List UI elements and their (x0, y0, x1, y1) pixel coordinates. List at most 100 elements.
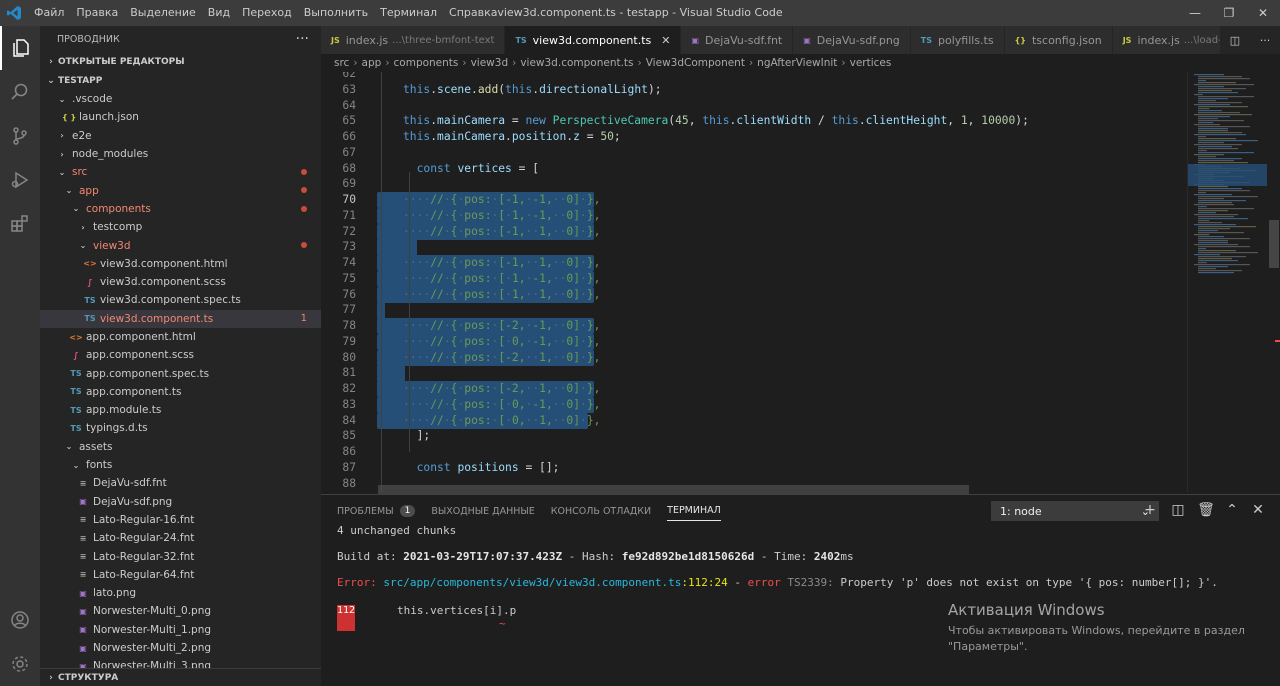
run-debug-icon[interactable] (0, 158, 40, 202)
code-line[interactable]: 76 ····//·{·pos:·[·1,··1,··0]·}, (321, 287, 1187, 303)
close-window-icon[interactable]: ✕ (1246, 0, 1280, 26)
minimap[interactable] (1187, 72, 1268, 492)
tree-item[interactable]: ▣ Norwester-Multi_0.png (40, 602, 321, 620)
code-line[interactable]: 82 ····//·{·pos:·[-2,··1,··0]·}, (321, 381, 1187, 397)
menu-item[interactable]: Переход (236, 0, 298, 26)
breadcrumb-item[interactable]: app (362, 57, 382, 69)
code-line[interactable]: 62 (321, 72, 1187, 82)
code-line[interactable]: 83 ····//·{·pos:·[·0,·-1,··0]·}, (321, 397, 1187, 413)
code-line[interactable]: 66 this.mainCamera.position.z = 50; (321, 129, 1187, 145)
tree-item[interactable]: ⌄ view3d (40, 236, 321, 254)
panel-tab[interactable]: ПРОБЛЕМЫ 1 (337, 495, 416, 527)
settings-gear-icon[interactable] (0, 642, 40, 686)
tree-item[interactable]: › e2e (40, 127, 321, 145)
maximize-panel-icon[interactable]: ⌃ (1223, 502, 1241, 518)
code-line[interactable]: 68 const vertices = [ (321, 161, 1187, 177)
breadcrumb-item[interactable]: view3d (471, 57, 509, 69)
code-line[interactable]: 75 ····//·{·pos:·[·1,·-1,··0]·}, (321, 271, 1187, 287)
tree-item[interactable]: ▣ DejaVu-sdf.png (40, 493, 321, 511)
editor-tab[interactable]: ▣ DejaVu-sdf.png (793, 26, 911, 54)
vertical-scrollbar[interactable] (1267, 72, 1280, 492)
account-icon[interactable] (0, 598, 40, 642)
code-line[interactable]: 65 this.mainCamera = new PerspectiveCamer… (321, 113, 1187, 129)
tree-item[interactable]: ▣ Norwester-Multi_2.png (40, 639, 321, 657)
menu-item[interactable]: Правка (70, 0, 124, 26)
editor-tab[interactable]: JS index.js ...\three-bmfont-text (321, 26, 506, 54)
close-tab-icon[interactable]: ✕ (661, 34, 670, 47)
tree-item[interactable]: ≡ DejaVu-sdf.fnt (40, 474, 321, 492)
tree-item[interactable]: ∫ app.component.scss (40, 346, 321, 364)
source-control-icon[interactable] (0, 114, 40, 158)
tree-item[interactable]: ▣ lato.png (40, 584, 321, 602)
code-line[interactable]: 70 ····//·{·pos:·[-1,·-1,··0]·}, (321, 192, 1187, 208)
tree-item[interactable]: TS view3d.component.spec.ts (40, 291, 321, 309)
explorer-icon[interactable] (0, 26, 40, 70)
tree-item[interactable]: ≡ Lato-Regular-24.fnt (40, 529, 321, 547)
editor-tab[interactable]: TS polyfills.ts (910, 26, 1005, 54)
tree-item[interactable]: ⌄ app (40, 181, 321, 199)
breadcrumb-item[interactable]: components (394, 57, 459, 69)
code-line[interactable]: 72 ····//·{·pos:·[-1,··1,··0]·}, (321, 224, 1187, 240)
horizontal-scrollbar[interactable] (378, 485, 969, 494)
restore-icon[interactable]: ❐ (1212, 0, 1246, 26)
code-line[interactable]: 79 ····//·{·pos:·[·0,·-1,··0]·}, (321, 334, 1187, 350)
code-line[interactable]: 87 const positions = []; (321, 460, 1187, 476)
panel-tab[interactable]: КОНСОЛЬ ОТЛАДКИ (551, 495, 651, 527)
split-editor-icon[interactable]: ◫ (1230, 34, 1240, 47)
menu-item[interactable]: Справка (443, 0, 503, 26)
tree-item[interactable]: ⌄ .vscode (40, 90, 321, 108)
code-line[interactable]: 63 this.scene.add(this.directionalLight); (321, 82, 1187, 98)
code-line[interactable]: 85 ]; (321, 428, 1187, 444)
tree-item[interactable]: TS typings.d.ts (40, 419, 321, 437)
terminal-select[interactable]: 1: node ⌄ (991, 501, 1159, 521)
tree-item[interactable]: ⌄ src (40, 163, 321, 181)
tree-item[interactable]: ≡ Lato-Regular-16.fnt (40, 511, 321, 529)
code-line[interactable]: 74 ····//·{·pos:·[-1,··1,··0]·}, (321, 255, 1187, 271)
menu-item[interactable]: Вид (202, 0, 236, 26)
more-actions-icon[interactable]: ··· (296, 31, 309, 47)
tree-item[interactable]: { } launch.json (40, 108, 321, 126)
extensions-icon[interactable] (0, 202, 40, 246)
code-line[interactable]: 69 (321, 176, 1187, 192)
menu-item[interactable]: Выделение (124, 0, 202, 26)
tree-item[interactable]: TS app.component.ts (40, 383, 321, 401)
breadcrumb-item[interactable]: vertices (850, 57, 892, 69)
breadcrumb-item[interactable]: view3d.component.ts (520, 57, 633, 69)
code-line[interactable]: 80 ····//·{·pos:·[-2,··1,··0]·}, (321, 350, 1187, 366)
tree-item[interactable]: ≡ Lato-Regular-64.fnt (40, 566, 321, 584)
breadcrumb-item[interactable]: src (334, 57, 349, 69)
menu-item[interactable]: Файл (28, 0, 70, 26)
editor-tab[interactable]: ▣ DejaVu-sdf.fnt (681, 26, 794, 54)
new-terminal-icon[interactable]: + (1141, 502, 1159, 518)
tree-item[interactable]: TS app.component.spec.ts (40, 364, 321, 382)
tree-item[interactable]: ⌄ components (40, 200, 321, 218)
minimize-icon[interactable]: — (1178, 0, 1212, 26)
tree-item[interactable]: ▣ Norwester-Multi_1.png (40, 621, 321, 639)
tree-item[interactable]: › testcomp (40, 218, 321, 236)
tree-item[interactable]: <> view3d.component.html (40, 255, 321, 273)
tree-item[interactable]: › node_modules (40, 145, 321, 163)
scrollbar-thumb[interactable] (1269, 220, 1279, 268)
code-editor[interactable]: 62 63 this.scene.add(this.directionalLight… (321, 72, 1187, 492)
more-actions-icon[interactable]: ··· (1260, 34, 1271, 47)
code-line[interactable]: 86 (321, 444, 1187, 460)
tree-item[interactable]: TS view3d.component.ts 1 (40, 309, 321, 328)
project-section[interactable]: ⌄ TESTAPP (40, 71, 321, 90)
trash-icon[interactable]: 🗑 (1197, 502, 1215, 518)
code-line[interactable]: 78 ····//·{·pos:·[-2,·-1,··0]·}, (321, 318, 1187, 334)
code-line[interactable]: 77 (321, 302, 1187, 318)
breadcrumb-item[interactable]: View3dComponent (646, 57, 745, 69)
tree-item[interactable]: ⌄ assets (40, 438, 321, 456)
structure-section[interactable]: › СТРУКТУРА (40, 668, 321, 686)
code-line[interactable]: 84 ····//·{·pos:·[·0,··1,··0]·}, (321, 413, 1187, 429)
editor-tab[interactable]: {} tsconfig.json (1004, 26, 1113, 54)
panel-tab[interactable]: ТЕРМИНАЛ (667, 501, 721, 521)
tree-item[interactable]: <> app.component.html (40, 328, 321, 346)
tree-item[interactable]: ∫ view3d.component.scss (40, 273, 321, 291)
search-icon[interactable] (0, 70, 40, 114)
panel-tab[interactable]: ВЫХОДНЫЕ ДАННЫЕ (431, 495, 534, 527)
menu-item[interactable]: Терминал (374, 0, 443, 26)
code-line[interactable]: 81 (321, 365, 1187, 381)
tree-item[interactable]: TS app.module.ts (40, 401, 321, 419)
tree-item[interactable]: ⌄ fonts (40, 456, 321, 474)
